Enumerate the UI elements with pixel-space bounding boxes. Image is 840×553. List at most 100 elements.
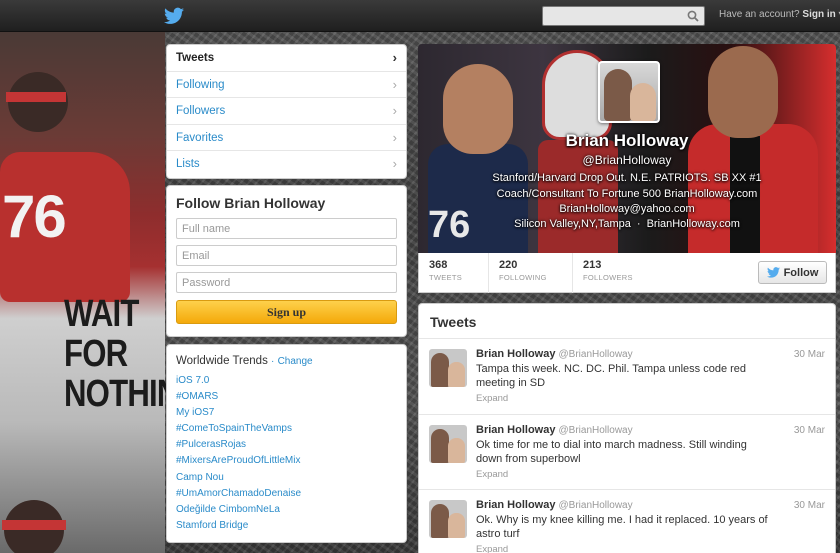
- trend-item[interactable]: #ComeToSpainTheVamps: [176, 421, 397, 437]
- password-field[interactable]: [176, 272, 397, 293]
- profile-avatar[interactable]: [598, 61, 660, 123]
- tweet-expand-link[interactable]: Expand: [476, 393, 508, 404]
- tweets-label: TWEETS: [429, 273, 463, 282]
- follow-signup-box: Follow Brian Holloway Sign up: [166, 185, 407, 337]
- trend-item[interactable]: Camp Nou: [176, 470, 397, 486]
- trends-title: Worldwide Trends: [176, 355, 268, 367]
- bio-line-1: Stanford/Harvard Drop Out. N.E. PATRIOTS…: [492, 172, 762, 184]
- account-prompt-text: Have an account?: [719, 9, 800, 20]
- slogan-line-2: FOR: [64, 333, 128, 375]
- tweet-author-handle: @BrianHolloway: [558, 424, 633, 436]
- header-photo-face: [708, 46, 778, 138]
- profile-nav: Tweets › Following › Followers › Favorites ›…: [166, 44, 407, 179]
- sign-up-button[interactable]: Sign up: [176, 300, 397, 324]
- profile-handle: @BrianHolloway: [582, 153, 672, 167]
- avatar-person-adult: [431, 504, 449, 538]
- tweet-header: Brian Holloway @BrianHolloway: [476, 499, 633, 511]
- trend-item[interactable]: My iOS7: [176, 405, 397, 421]
- nav-item-lists[interactable]: Lists ›: [167, 151, 406, 178]
- tweet-author-handle: @BrianHolloway: [558, 349, 633, 360]
- twitter-bird-icon[interactable]: [164, 7, 184, 25]
- full-name-field[interactable]: [176, 218, 397, 239]
- profile-header-card: 76 Brian Holloway @BrianHolloway Stanfor…: [418, 44, 836, 253]
- trend-item[interactable]: #UmAmorChamadoDenaise: [176, 486, 397, 502]
- trend-item[interactable]: iOS 7.0: [176, 373, 397, 389]
- tweet-date[interactable]: 30 Mar: [794, 500, 825, 511]
- stat-divider: [572, 253, 573, 293]
- nav-item-label: Favorites: [176, 131, 224, 144]
- profile-location-row: Silicon Valley,NY,Tampa · BrianHolloway.co…: [418, 218, 836, 230]
- sign-in-link[interactable]: Sign in: [802, 9, 835, 20]
- twitter-bird-icon: [766, 267, 780, 278]
- tweet-date[interactable]: 30 Mar: [794, 425, 825, 436]
- tweets-count: 368: [429, 259, 448, 271]
- slogan-line-1: WAIT: [64, 293, 139, 335]
- stat-tweets[interactable]: 368 TWEETS: [429, 259, 462, 282]
- chevron-right-icon: ›: [392, 50, 397, 65]
- avatar-person-child: [448, 362, 465, 387]
- tweet-avatar[interactable]: [429, 500, 467, 538]
- background-headband-2: [2, 520, 66, 530]
- chevron-right-icon: ›: [392, 76, 397, 92]
- tweet-item[interactable]: Brian Holloway @BrianHolloway 30 Mar Ok …: [419, 415, 835, 490]
- nav-item-label: Followers: [176, 105, 226, 117]
- nav-item-tweets[interactable]: Tweets ›: [167, 45, 406, 72]
- trend-item[interactable]: Stamford Bridge: [176, 518, 397, 534]
- search-icon[interactable]: [687, 10, 699, 22]
- search-input[interactable]: [543, 7, 683, 25]
- followers-count: 213: [583, 259, 602, 271]
- tweets-timeline: Tweets Brian Holloway @BrianHolloway 30 …: [418, 303, 836, 553]
- trends-change-link[interactable]: Change: [278, 356, 313, 367]
- trends-separator: ·: [271, 356, 275, 367]
- follow-button[interactable]: Follow: [758, 261, 827, 284]
- nav-item-label: Tweets: [176, 52, 215, 64]
- stat-followers[interactable]: 213 FOLLOWERS: [583, 259, 633, 282]
- nav-item-following[interactable]: Following ›: [167, 72, 406, 98]
- email-field[interactable]: [176, 245, 397, 266]
- tweet-expand-link[interactable]: Expand: [476, 469, 508, 480]
- trend-item[interactable]: #MixersAreProudOfLittleMix: [176, 453, 397, 469]
- nav-item-label: Lists: [176, 158, 200, 170]
- tweet-item[interactable]: Brian Holloway @BrianHolloway 30 Mar Ok.…: [419, 490, 835, 553]
- background-jersey-number: 76: [2, 183, 67, 250]
- nav-item-favorites[interactable]: Favorites ›: [167, 125, 406, 151]
- profile-website-link[interactable]: BrianHolloway.com: [647, 218, 740, 230]
- tweet-header: Brian Holloway @BrianHolloway: [476, 348, 633, 360]
- trend-item[interactable]: #OMARS: [176, 389, 397, 405]
- background-headband: [6, 92, 66, 102]
- tweet-avatar[interactable]: [429, 349, 467, 387]
- tweet-author-name[interactable]: Brian Holloway: [476, 424, 555, 436]
- background-slogan: WAIT FOR NOTHING: [64, 293, 203, 415]
- following-count: 220: [499, 259, 518, 271]
- following-label: FOLLOWING: [499, 273, 547, 282]
- followers-label: FOLLOWERS: [583, 273, 633, 282]
- slogan-line-3: NOTHING: [64, 373, 203, 415]
- nav-item-followers[interactable]: Followers ›: [167, 98, 406, 125]
- chevron-right-icon: ›: [392, 103, 397, 118]
- trend-item[interactable]: #PulcerasRojas: [176, 437, 397, 453]
- trend-item[interactable]: Odeğilde CimbomNeLa: [176, 502, 397, 518]
- tweet-text: Tampa this week. NC. DC. Phil. Tampa unl…: [476, 363, 747, 389]
- worldwide-trends: Worldwide Trends · Change iOS 7.0 #OMARS…: [166, 344, 407, 543]
- trends-header: Worldwide Trends · Change: [176, 355, 397, 367]
- avatar-person-adult: [604, 69, 632, 121]
- profile-stats-bar: 368 TWEETS 220 FOLLOWING 213 FOLLOWERS F…: [418, 253, 836, 293]
- tweet-author-name[interactable]: Brian Holloway: [476, 499, 555, 511]
- account-prompt: Have an account? Sign in ▾: [719, 9, 840, 20]
- tweet-item[interactable]: Brian Holloway @BrianHolloway 30 Mar Tam…: [419, 339, 835, 415]
- avatar-person-child: [448, 513, 465, 538]
- avatar-person-adult: [431, 428, 449, 463]
- search-box[interactable]: [542, 6, 705, 26]
- tweet-expand-link[interactable]: Expand: [476, 544, 508, 553]
- tweet-avatar[interactable]: [429, 424, 467, 463]
- tweet-date[interactable]: 30 Mar: [794, 349, 825, 360]
- top-navigation-bar: Have an account? Sign in ▾: [0, 0, 840, 32]
- tweet-author-name[interactable]: Brian Holloway: [476, 348, 555, 360]
- location-separator: ·: [636, 218, 641, 230]
- stat-divider: [488, 253, 489, 293]
- timeline-title: Tweets: [419, 304, 835, 339]
- chevron-right-icon: ›: [392, 129, 397, 145]
- avatar-person-child: [448, 437, 465, 463]
- bio-line-2: Coach/Consultant To Fortune 500 BrianHol…: [496, 187, 758, 200]
- stat-following[interactable]: 220 FOLLOWING: [499, 259, 547, 282]
